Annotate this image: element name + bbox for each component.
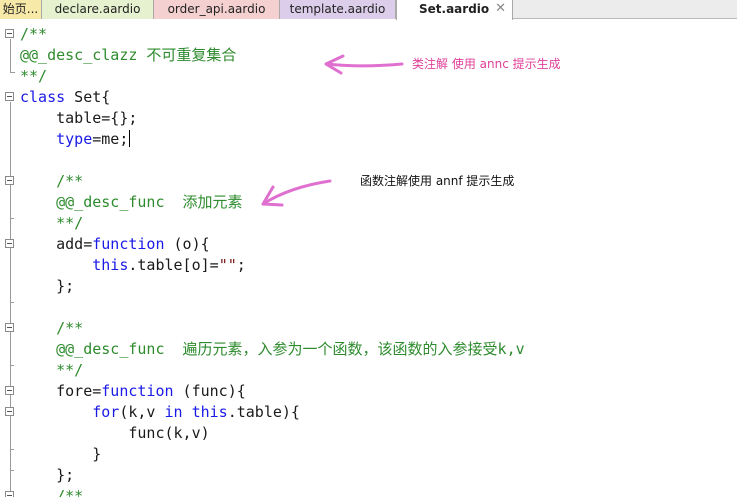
class-annotation-note: 类注解 使用 annc 提示生成 — [412, 57, 561, 71]
annotation-arrows — [261, 54, 404, 207]
arrow-func-note — [261, 179, 332, 207]
func-annotation-note: 函数注解使用 annf 提示生成 — [360, 174, 515, 188]
arrow-class-note — [324, 54, 404, 75]
